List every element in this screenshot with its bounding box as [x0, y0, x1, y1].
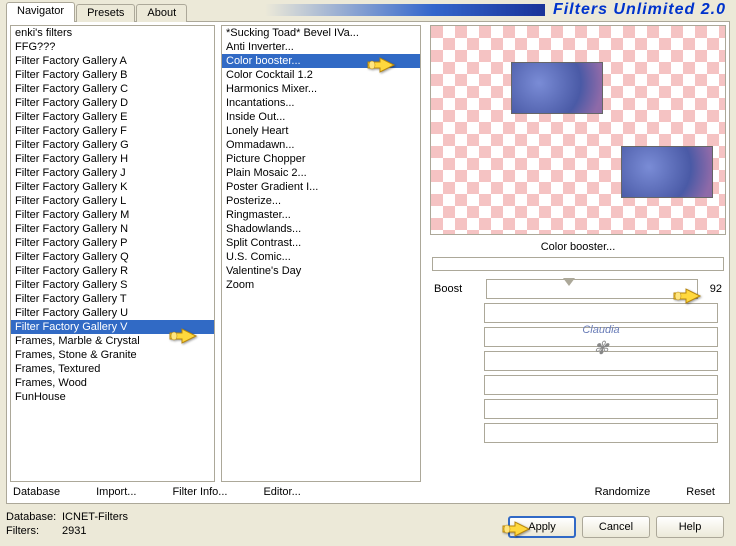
tab-about[interactable]: About — [136, 4, 187, 22]
category-item[interactable]: Filter Factory Gallery G — [11, 138, 214, 152]
category-list[interactable]: enki's filtersFFG???Filter Factory Galle… — [10, 25, 215, 482]
apply-button[interactable]: Apply — [508, 516, 576, 538]
category-item[interactable]: Frames, Wood — [11, 376, 214, 390]
filter-item[interactable]: Inside Out... — [222, 110, 420, 124]
category-item[interactable]: Filter Factory Gallery J — [11, 166, 214, 180]
filter-item[interactable]: Zoom — [222, 278, 420, 292]
db-value: ICNET-Filters — [62, 511, 128, 523]
app-title: Filters Unlimited 2.0 — [265, 0, 736, 20]
filters-count-value: 2931 — [62, 525, 86, 537]
category-item[interactable]: Filter Factory Gallery N — [11, 222, 214, 236]
filter-item[interactable]: Shadowlands... — [222, 222, 420, 236]
progress-bar — [432, 257, 724, 271]
category-item[interactable]: Filter Factory Gallery P — [11, 236, 214, 250]
category-item[interactable]: Filter Factory Gallery S — [11, 278, 214, 292]
current-filter-name: Color booster... — [430, 235, 726, 255]
category-item[interactable]: Filter Factory Gallery U — [11, 306, 214, 320]
slider-row: Boost 92 — [430, 277, 726, 301]
filter-item[interactable]: Harmonics Mixer... — [222, 82, 420, 96]
filter-item[interactable]: Lonely Heart — [222, 124, 420, 138]
category-item[interactable]: Filter Factory Gallery C — [11, 82, 214, 96]
filter-item[interactable]: Valentine's Day — [222, 264, 420, 278]
watermark: Claudia✾ — [556, 322, 646, 359]
category-item[interactable]: Filter Factory Gallery L — [11, 194, 214, 208]
category-item[interactable]: Filter Factory Gallery B — [11, 68, 214, 82]
main-panel: enki's filtersFFG???Filter Factory Galle… — [6, 21, 730, 504]
category-item[interactable]: FunHouse — [11, 390, 214, 404]
category-item[interactable]: enki's filters — [11, 26, 214, 40]
preview-shape — [511, 62, 603, 114]
db-label: Database: — [6, 510, 62, 524]
category-item[interactable]: Filter Factory Gallery K — [11, 180, 214, 194]
help-button[interactable]: Help — [656, 516, 724, 538]
bottom-toolbar: Database Import... Filter Info... Editor… — [7, 481, 729, 503]
category-item[interactable]: Frames, Marble & Crystal — [11, 334, 214, 348]
category-item[interactable]: Filter Factory Gallery T — [11, 292, 214, 306]
category-item[interactable]: Frames, Stone & Granite — [11, 348, 214, 362]
filter-item[interactable]: U.S. Comic... — [222, 250, 420, 264]
filter-item[interactable]: Color booster... — [222, 54, 420, 68]
tabs-row: Navigator Presets About — [6, 2, 188, 22]
empty-slider: Claudia✾ — [484, 327, 718, 347]
filter-info-link[interactable]: Filter Info... — [172, 486, 227, 498]
empty-slider — [484, 303, 718, 323]
empty-slider — [484, 375, 718, 395]
preview-shape — [621, 146, 713, 198]
reset-link[interactable]: Reset — [686, 486, 715, 498]
filter-item[interactable]: Color Cocktail 1.2 — [222, 68, 420, 82]
category-item[interactable]: Filter Factory Gallery R — [11, 264, 214, 278]
empty-slider — [484, 399, 718, 419]
empty-slider — [484, 423, 718, 443]
filter-item[interactable]: Ommadawn... — [222, 138, 420, 152]
category-item[interactable]: Filter Factory Gallery A — [11, 54, 214, 68]
filter-item[interactable]: Picture Chopper — [222, 152, 420, 166]
footer: Database:ICNET-Filters Filters:2931 Appl… — [6, 506, 730, 546]
tab-navigator[interactable]: Navigator — [6, 2, 75, 22]
cancel-button[interactable]: Cancel — [582, 516, 650, 538]
slider-value: 92 — [702, 283, 722, 295]
filter-item[interactable]: Anti Inverter... — [222, 40, 420, 54]
slider-thumb[interactable] — [563, 278, 575, 286]
category-item[interactable]: Filter Factory Gallery Q — [11, 250, 214, 264]
category-item[interactable]: Frames, Textured — [11, 362, 214, 376]
category-item[interactable]: Filter Factory Gallery F — [11, 124, 214, 138]
right-pane: Color booster... Boost 92 Claudia✾ — [430, 25, 726, 476]
boost-slider[interactable] — [486, 279, 698, 299]
category-item[interactable]: FFG??? — [11, 40, 214, 54]
randomize-link[interactable]: Randomize — [595, 486, 651, 498]
import-link[interactable]: Import... — [96, 486, 136, 498]
filter-item[interactable]: Split Contrast... — [222, 236, 420, 250]
filter-item[interactable]: Ringmaster... — [222, 208, 420, 222]
slider-label: Boost — [434, 283, 482, 295]
footer-info: Database:ICNET-Filters Filters:2931 — [6, 510, 128, 538]
filter-item[interactable]: Plain Mosaic 2... — [222, 166, 420, 180]
category-item[interactable]: Filter Factory Gallery E — [11, 110, 214, 124]
filter-item[interactable]: Poster Gradient I... — [222, 180, 420, 194]
editor-link[interactable]: Editor... — [263, 486, 300, 498]
footer-buttons: Apply Cancel Help — [508, 516, 724, 538]
preview-image — [430, 25, 726, 235]
filter-item[interactable]: *Sucking Toad* Bevel IVa... — [222, 26, 420, 40]
category-item[interactable]: Filter Factory Gallery H — [11, 152, 214, 166]
category-item[interactable]: Filter Factory Gallery D — [11, 96, 214, 110]
filter-list[interactable]: *Sucking Toad* Bevel IVa...Anti Inverter… — [221, 25, 421, 482]
filter-item[interactable]: Posterize... — [222, 194, 420, 208]
tab-presets[interactable]: Presets — [76, 4, 135, 22]
category-item[interactable]: Filter Factory Gallery M — [11, 208, 214, 222]
category-item[interactable]: Filter Factory Gallery V — [11, 320, 214, 334]
database-link[interactable]: Database — [13, 486, 60, 498]
filters-count-label: Filters: — [6, 524, 62, 538]
filter-item[interactable]: Incantations... — [222, 96, 420, 110]
